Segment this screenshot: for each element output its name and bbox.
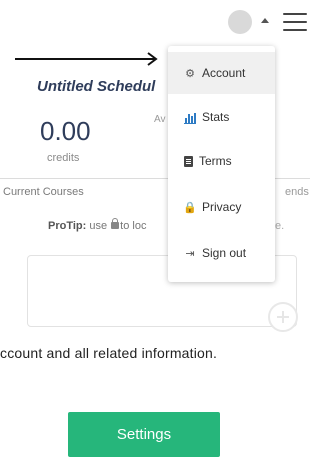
protip-text-b: to loc [120, 220, 147, 232]
lock-icon [111, 218, 120, 229]
sign-out-icon: ⇥ [185, 247, 195, 260]
caret-up-icon[interactable] [261, 18, 269, 23]
bar-chart-icon [184, 111, 196, 124]
hamburger-menu-icon[interactable] [283, 13, 307, 31]
schedule-title[interactable]: Untitled Schedul [37, 78, 155, 95]
available-label: Av [154, 114, 166, 125]
menu-item-label: Sign out [202, 246, 247, 260]
menu-item-terms[interactable]: Terms [168, 140, 275, 182]
credits-label: credits [47, 152, 80, 164]
add-course-button[interactable] [268, 302, 298, 332]
menu-item-sign-out[interactable]: ⇥ Sign out [168, 232, 275, 274]
settings-button[interactable]: Settings [68, 412, 220, 457]
menu-item-label: Privacy [202, 200, 242, 214]
menu-item-privacy[interactable]: 🔒 Privacy [168, 186, 275, 228]
protip-label: ProTip: [48, 220, 87, 232]
tab-ends[interactable]: ends [285, 186, 309, 198]
credits-value: 0.00 [40, 116, 91, 146]
top-bar [0, 0, 310, 46]
menu-item-account[interactable]: ⚙ Account [168, 52, 275, 94]
protip: ProTip: use to loc e. [48, 218, 284, 232]
protip-end: e. [275, 220, 285, 232]
info-text: ccount and all related information. [0, 345, 218, 361]
protip-text-a: use [89, 220, 108, 232]
menu-item-label: Stats [202, 110, 230, 124]
document-icon [184, 155, 193, 167]
lock-icon: 🔒 [183, 201, 197, 214]
menu-item-stats[interactable]: Stats [168, 96, 275, 138]
account-dropdown-menu: ⚙ Account Stats Terms 🔒 Privacy ⇥ Sign o… [168, 46, 275, 282]
gear-icon: ⚙ [185, 67, 195, 80]
tab-current-courses[interactable]: Current Courses [3, 186, 84, 198]
avatar[interactable] [228, 10, 252, 34]
menu-item-label: Account [202, 66, 246, 80]
menu-item-label: Terms [199, 154, 232, 168]
